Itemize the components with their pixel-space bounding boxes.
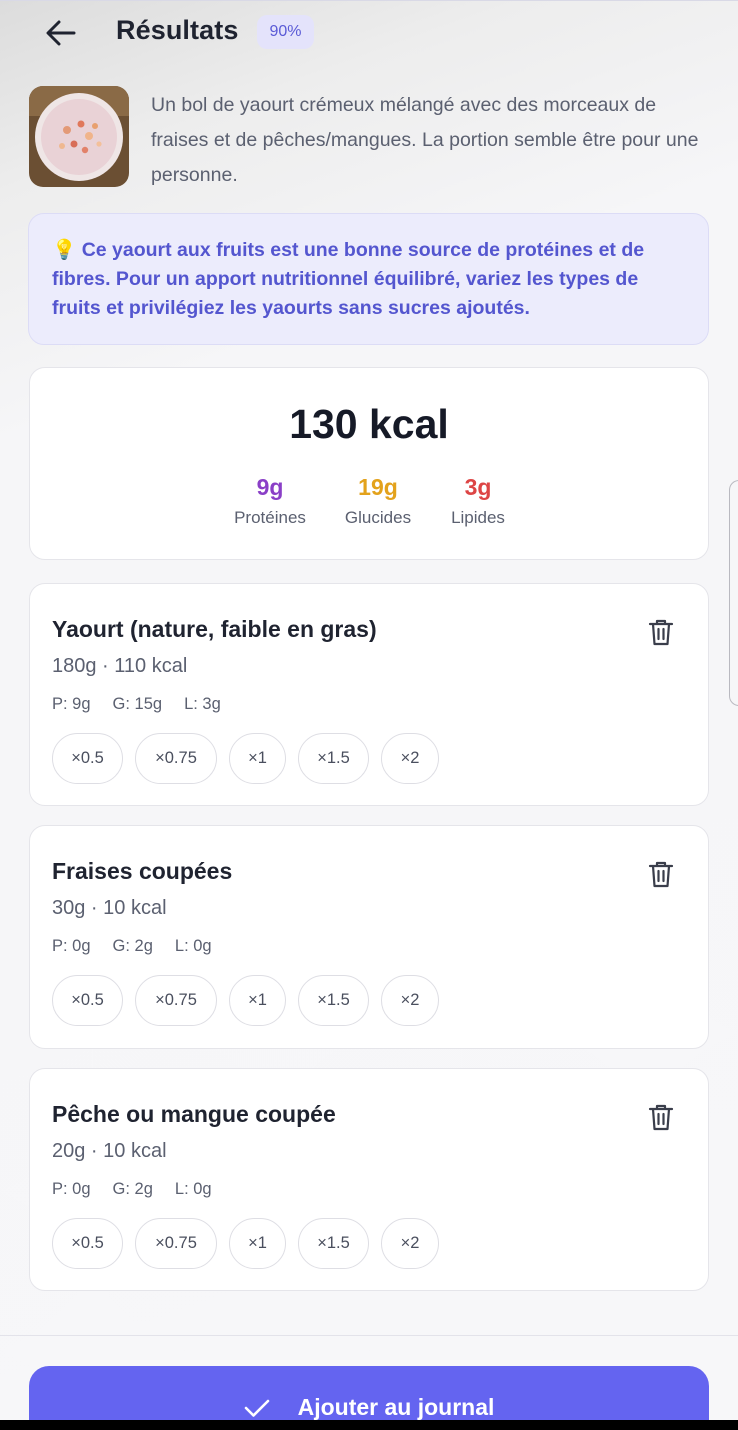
- multiplier-chip[interactable]: ×0.5: [52, 975, 123, 1026]
- food-name: Pêche ou mangue coupée: [52, 1101, 336, 1127]
- portion-multipliers: ×0.5 ×0.75 ×1 ×1.5 ×2: [52, 733, 439, 784]
- total-calories: 130 kcal: [289, 401, 449, 447]
- nutrition-tip: 💡 Ce yaourt aux fruits est une bonne sou…: [28, 213, 709, 345]
- tip-text: 💡 Ce yaourt aux fruits est une bonne sou…: [52, 239, 645, 319]
- food-name: Fraises coupées: [52, 858, 233, 884]
- multiplier-chip[interactable]: ×1: [229, 733, 286, 784]
- macro-proteins: 9g Protéines: [234, 474, 306, 527]
- multiplier-chip[interactable]: ×2: [381, 1218, 439, 1269]
- delete-button[interactable]: [648, 860, 674, 888]
- multiplier-chip[interactable]: ×0.75: [135, 975, 217, 1026]
- multiplier-chip[interactable]: ×1.5: [298, 733, 369, 784]
- food-description: Un bol de yaourt crémeux mélangé avec de…: [151, 94, 699, 186]
- app-header: Résultats 90%: [0, 0, 738, 66]
- back-button[interactable]: [44, 16, 78, 50]
- food-macros: P: 0g G: 2g L: 0g: [52, 937, 212, 955]
- portion-multipliers: ×0.5 ×0.75 ×1 ×1.5 ×2: [52, 975, 439, 1026]
- multiplier-chip[interactable]: ×2: [381, 733, 439, 784]
- scroll-indicator: [729, 480, 738, 706]
- multiplier-chip[interactable]: ×2: [381, 975, 439, 1026]
- food-item-card: Fraises coupées 30g · 10 kcal P: 0g G: 2…: [29, 825, 709, 1049]
- macro-carbs: 19g Glucides: [344, 474, 412, 527]
- multiplier-chip[interactable]: ×0.5: [52, 1218, 123, 1269]
- food-portion: 20g · 10 kcal: [52, 1140, 167, 1162]
- footer-divider: [0, 1335, 738, 1336]
- food-portion: 30g · 10 kcal: [52, 897, 167, 919]
- arrow-left-icon: [46, 20, 76, 46]
- trash-icon: [648, 619, 674, 646]
- food-photo: [29, 86, 129, 187]
- delete-button[interactable]: [648, 1103, 674, 1131]
- multiplier-chip[interactable]: ×1: [229, 975, 286, 1026]
- food-item-card: Pêche ou mangue coupée 20g · 10 kcal P: …: [29, 1068, 709, 1291]
- add-button-label: Ajouter au journal: [297, 1394, 495, 1420]
- macro-fats: 3g Lipides: [451, 474, 505, 527]
- food-item-card: Yaourt (nature, faible en gras) 180g · 1…: [29, 583, 709, 806]
- food-portion: 180g · 110 kcal: [52, 655, 188, 677]
- food-macros: P: 9g G: 15g L: 3g: [52, 695, 221, 713]
- trash-icon: [648, 861, 674, 888]
- multiplier-chip[interactable]: ×0.5: [52, 733, 123, 784]
- confidence-badge: 90%: [257, 15, 314, 49]
- lightbulb-icon: 💡: [52, 239, 77, 261]
- page-title: Résultats: [116, 15, 239, 45]
- multiplier-chip[interactable]: ×0.75: [135, 733, 217, 784]
- food-name: Yaourt (nature, faible en gras): [52, 616, 377, 642]
- multiplier-chip[interactable]: ×1: [229, 1218, 286, 1269]
- checkmark-icon: [244, 1399, 269, 1417]
- multiplier-chip[interactable]: ×1.5: [298, 1218, 369, 1269]
- delete-button[interactable]: [648, 618, 674, 646]
- trash-icon: [648, 1104, 674, 1131]
- multiplier-chip[interactable]: ×0.75: [135, 1218, 217, 1269]
- portion-multipliers: ×0.5 ×0.75 ×1 ×1.5 ×2: [52, 1218, 439, 1269]
- multiplier-chip[interactable]: ×1.5: [298, 975, 369, 1026]
- system-navigation-bar: [0, 1420, 738, 1430]
- nutrition-summary-card: 130 kcal 9g Protéines 19g Glucides 3g Li…: [29, 367, 709, 560]
- food-macros: P: 0g G: 2g L: 0g: [52, 1180, 212, 1198]
